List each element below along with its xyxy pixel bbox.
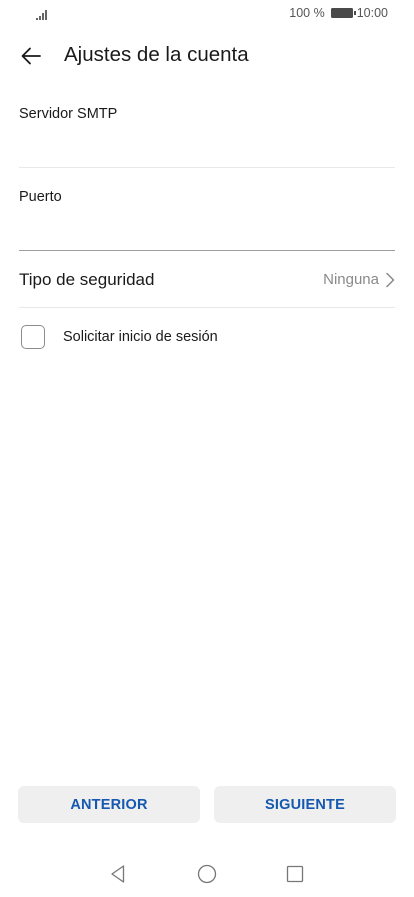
security-type-label: Tipo de seguridad <box>19 269 155 289</box>
require-signin-row[interactable]: Solicitar inicio de sesión <box>19 322 395 352</box>
smtp-server-input[interactable] <box>19 138 395 166</box>
system-nav-bar <box>0 858 414 890</box>
smtp-server-label: Servidor SMTP <box>19 106 118 122</box>
status-bar: 100 % 10:00 <box>0 0 414 28</box>
nav-back-icon[interactable] <box>108 864 128 884</box>
security-type-value-group: Ninguna <box>323 271 395 288</box>
status-right: 100 % 10:00 <box>289 6 388 20</box>
security-type-row[interactable]: Tipo de seguridad Ninguna <box>19 252 395 308</box>
previous-button[interactable]: ANTERIOR <box>18 786 200 823</box>
chevron-right-icon <box>386 272 395 287</box>
smtp-server-field: Servidor SMTP <box>19 106 395 168</box>
port-label: Puerto <box>19 189 62 205</box>
battery-percent: 100 % <box>289 6 325 20</box>
require-signin-checkbox[interactable] <box>21 325 45 349</box>
next-button[interactable]: SIGUIENTE <box>214 786 396 823</box>
battery-icon <box>330 8 356 18</box>
port-input[interactable] <box>19 221 395 249</box>
port-field: Puerto <box>19 189 395 251</box>
nav-recents-icon[interactable] <box>286 865 304 883</box>
back-arrow-icon[interactable] <box>19 44 43 68</box>
app-bar: Ajustes de la cuenta <box>0 28 414 84</box>
require-signin-label: Solicitar inicio de sesión <box>63 329 218 345</box>
page-title: Ajustes de la cuenta <box>64 43 249 66</box>
clock: 10:00 <box>356 6 388 20</box>
signal-icon <box>36 10 47 20</box>
security-type-value: Ninguna <box>323 271 379 288</box>
nav-home-icon[interactable] <box>197 864 217 884</box>
